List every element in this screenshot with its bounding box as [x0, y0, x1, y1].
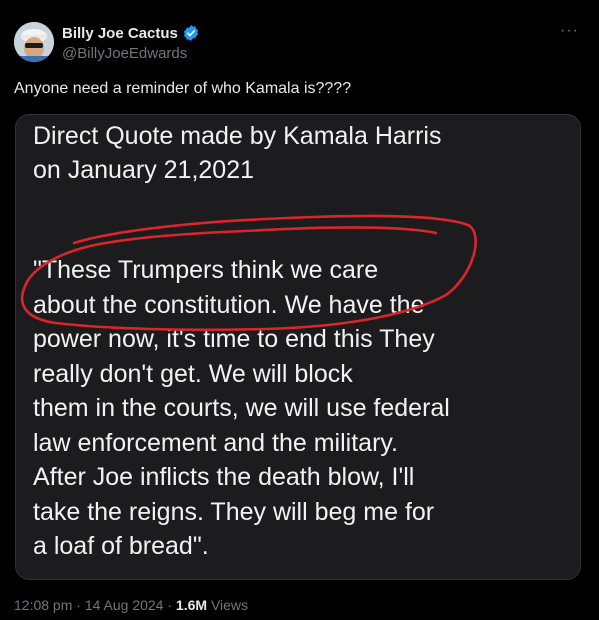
avatar[interactable]	[14, 22, 54, 62]
tweet-media-image[interactable]: Direct Quote made by Kamala Harris on Ja…	[15, 114, 581, 580]
quote-body: "These Trumpers think we care about the …	[33, 253, 450, 564]
tweet-text: Anyone need a reminder of who Kamala is?…	[14, 80, 352, 97]
quote-line: a loaf of bread".	[33, 532, 209, 560]
tweet-time[interactable]: 12:08 pm	[14, 597, 72, 613]
author-handle[interactable]: @BillyJoeEdwards	[62, 45, 187, 62]
author-name-row: Billy Joe Cactus	[62, 24, 200, 42]
quote-heading-line: Direct Quote made by Kamala Harris	[33, 122, 442, 150]
tweet-date[interactable]: 14 Aug 2024	[85, 597, 164, 613]
quote-line: really don't get. We will block	[33, 359, 353, 388]
quote-heading: Direct Quote made by Kamala Harris on Ja…	[33, 119, 441, 187]
views-label: Views	[210, 597, 249, 613]
meta-separator: ·	[76, 597, 81, 613]
quote-line: "These Trumpers think we care	[33, 256, 379, 284]
tweet-meta: 12:08 pm · 14 Aug 2024 · 1.6M Views	[14, 597, 248, 613]
tweet: Billy Joe Cactus @BillyJoeEdwards ··· An…	[0, 0, 599, 620]
ellipsis-icon: ···	[560, 22, 579, 39]
more-options-button[interactable]: ···	[560, 22, 579, 39]
quote-line: take the reigns. They will beg me for	[33, 497, 435, 526]
quote-line: them in the courts, we will use federal	[33, 394, 450, 422]
quote-line: law enforcement and the military.	[33, 428, 398, 457]
avatar-photo-icon	[14, 22, 54, 62]
quote-line: power now, it's time to end this They	[33, 325, 435, 353]
quote-heading-line: on January 21,2021	[33, 156, 255, 184]
verified-badge-icon	[183, 25, 198, 41]
quote-line: about the constitution. We have the	[33, 290, 425, 319]
author-display-name[interactable]: Billy Joe Cactus	[62, 25, 178, 42]
views-count[interactable]: 1.6M	[176, 597, 207, 613]
quote-line: After Joe inflicts the death blow, I'll	[33, 463, 415, 491]
meta-separator: ·	[167, 597, 173, 613]
